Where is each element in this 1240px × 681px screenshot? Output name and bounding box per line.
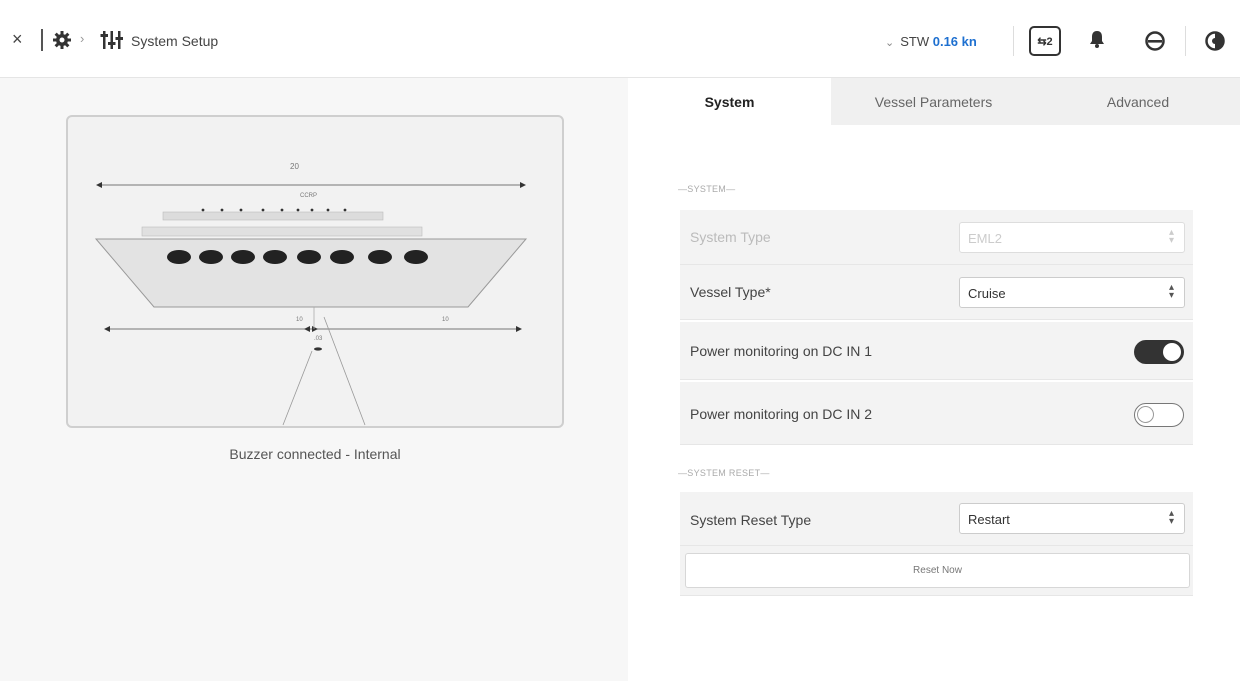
system-type-select: EML2 ▴ ▾ xyxy=(959,222,1185,253)
power-dc1-label: Power monitoring on DC IN 1 xyxy=(690,343,873,359)
reset-type-select[interactable]: Restart ▴ ▾ xyxy=(959,503,1185,534)
contrast-icon[interactable] xyxy=(1205,31,1225,56)
system-type-value: EML2 xyxy=(968,231,1002,246)
bell-icon[interactable] xyxy=(1089,29,1105,54)
sliders-icon xyxy=(100,30,124,55)
vessel-type-label: Vessel Type* xyxy=(690,284,771,300)
dim-center-label: .03 xyxy=(314,336,323,342)
ccrp-label: CCRP xyxy=(300,193,317,199)
system-type-row: System Type EML2 ▴ ▾ xyxy=(680,210,1193,265)
buzzer-status: Buzzer connected - Internal xyxy=(229,446,401,462)
section-label-system-reset: —SYSTEM RESET— xyxy=(678,468,770,478)
tab-system[interactable]: System xyxy=(628,78,831,125)
power-dc1-toggle[interactable] xyxy=(1134,340,1184,364)
divider xyxy=(1013,26,1014,56)
user-icon[interactable] xyxy=(1145,31,1165,56)
stw-label: STW xyxy=(900,34,930,49)
select-arrows-icon: ▴ ▾ xyxy=(1168,282,1174,301)
dim-right-label: 10 xyxy=(442,317,449,323)
chevron-down-icon: ⌄ xyxy=(885,37,895,49)
vessel-view-panel: 20 CCRP 10 10 .03 Buzzer connected - Int… xyxy=(0,78,628,681)
dim-left-label: 10 xyxy=(296,317,303,323)
divider xyxy=(1185,26,1186,56)
device-connection-button[interactable]: ⇆2 xyxy=(1029,26,1061,56)
divider xyxy=(41,29,43,51)
system-type-label: System Type xyxy=(690,229,771,245)
power-dc1-row: Power monitoring on DC IN 1 xyxy=(680,322,1193,380)
vessel-type-value: Cruise xyxy=(968,286,1006,301)
top-bar: × › System Setup ⌄ STW 0.16 kn ⇆2 xyxy=(0,0,1240,78)
reset-type-row: System Reset Type Restart ▴ ▾ xyxy=(680,492,1193,546)
chevron-right-icon: › xyxy=(80,31,85,46)
reset-type-label: System Reset Type xyxy=(690,512,812,528)
reset-type-value: Restart xyxy=(968,512,1010,527)
vessel-type-row: Vessel Type* Cruise ▴ ▾ xyxy=(680,265,1193,320)
select-arrows-icon: ▴ ▾ xyxy=(1168,227,1174,246)
reset-now-button[interactable]: Reset Now xyxy=(685,553,1190,588)
dim-top-label: 20 xyxy=(290,162,299,171)
select-arrows-icon: ▴ ▾ xyxy=(1168,508,1174,527)
stw-readout[interactable]: ⌄ STW 0.16 kn xyxy=(885,34,977,49)
toggle-knob xyxy=(1163,343,1181,361)
stw-value: 0.16 kn xyxy=(932,34,977,49)
tab-vessel-parameters[interactable]: Vessel Parameters xyxy=(831,78,1036,125)
vessel-type-select[interactable]: Cruise ▴ ▾ xyxy=(959,277,1185,308)
tab-advanced[interactable]: Advanced xyxy=(1036,78,1240,125)
power-dc2-row: Power monitoring on DC IN 2 xyxy=(680,382,1193,445)
power-dc2-label: Power monitoring on DC IN 2 xyxy=(690,406,873,422)
toggle-knob xyxy=(1137,406,1154,423)
settings-panel: System Vessel Parameters Advanced —SYSTE… xyxy=(628,78,1240,681)
section-label-system: —SYSTEM— xyxy=(678,184,736,194)
tab-bar: System Vessel Parameters Advanced xyxy=(628,78,1240,125)
gear-icon[interactable] xyxy=(52,30,72,55)
reset-button-row: Reset Now xyxy=(680,546,1193,596)
vessel-diagram: 20 CCRP 10 10 .03 xyxy=(66,115,564,428)
power-dc2-toggle[interactable] xyxy=(1134,403,1184,427)
close-icon[interactable]: × xyxy=(12,30,23,48)
page-title: System Setup xyxy=(131,33,219,49)
